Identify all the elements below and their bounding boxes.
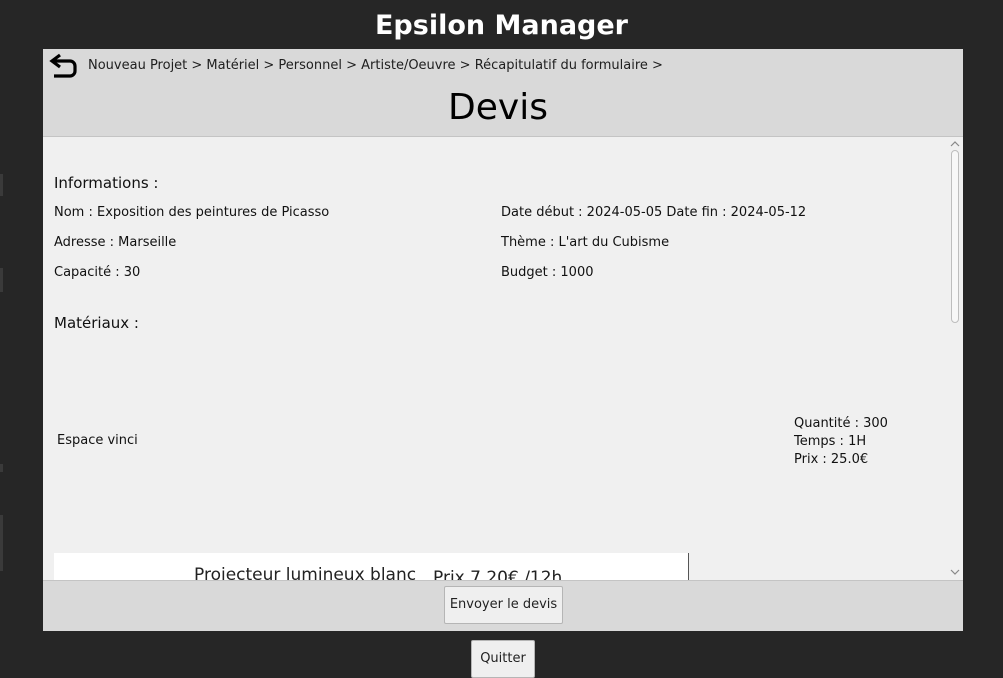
material-card-price: Prix 7.20€ /12h bbox=[433, 568, 563, 581]
info-dates: Date début : 2024-05-05 Date fin : 2024-… bbox=[501, 205, 807, 220]
material-details: Quantité : 300 Temps : 1H Prix : 25.0€ bbox=[794, 415, 888, 469]
info-capacite: Capacité : 30 bbox=[54, 265, 141, 280]
undo-arrow-icon bbox=[49, 53, 77, 78]
info-adresse: Adresse : Marseille bbox=[54, 235, 177, 250]
devis-scroll-area[interactable]: Informations : Nom : Exposition des pein… bbox=[43, 136, 963, 581]
info-budget: Budget : 1000 bbox=[501, 265, 594, 280]
page-title: Devis bbox=[448, 87, 548, 128]
left-edge-strip bbox=[0, 464, 3, 472]
material-temps: Temps : 1H bbox=[794, 434, 867, 449]
material-prix: Prix : 25.0€ bbox=[794, 452, 869, 467]
scrollbar-thumb[interactable] bbox=[951, 150, 959, 323]
send-quote-button[interactable]: Envoyer le devis bbox=[444, 586, 563, 624]
left-edge-strip bbox=[0, 515, 3, 571]
quit-button[interactable]: Quitter bbox=[471, 640, 535, 678]
informations-title: Informations : bbox=[54, 174, 159, 192]
material-card[interactable]: Projecteur lumineux blanc Prix 7.20€ /12… bbox=[54, 553, 689, 581]
app-title: Epsilon Manager bbox=[374, 10, 628, 41]
left-edge-strip bbox=[0, 268, 3, 292]
scroll-down-arrow-icon[interactable] bbox=[950, 567, 960, 577]
material-card-name: Projecteur lumineux blanc bbox=[194, 565, 417, 581]
materiaux-title: Matériaux : bbox=[54, 314, 139, 332]
left-edge-strip bbox=[0, 174, 3, 196]
material-quantite: Quantité : 300 bbox=[794, 416, 888, 431]
info-nom: Nom : Exposition des peintures de Picass… bbox=[54, 205, 330, 220]
breadcrumb: Nouveau Projet > Matériel > Personnel > … bbox=[88, 58, 663, 73]
material-name: Espace vinci bbox=[57, 433, 138, 448]
vertical-scrollbar[interactable] bbox=[948, 137, 962, 580]
info-theme: Thème : L'art du Cubisme bbox=[501, 235, 670, 250]
scroll-up-arrow-icon[interactable] bbox=[950, 139, 960, 149]
back-button[interactable] bbox=[48, 52, 78, 80]
devis-window: Nouveau Projet > Matériel > Personnel > … bbox=[43, 49, 963, 631]
